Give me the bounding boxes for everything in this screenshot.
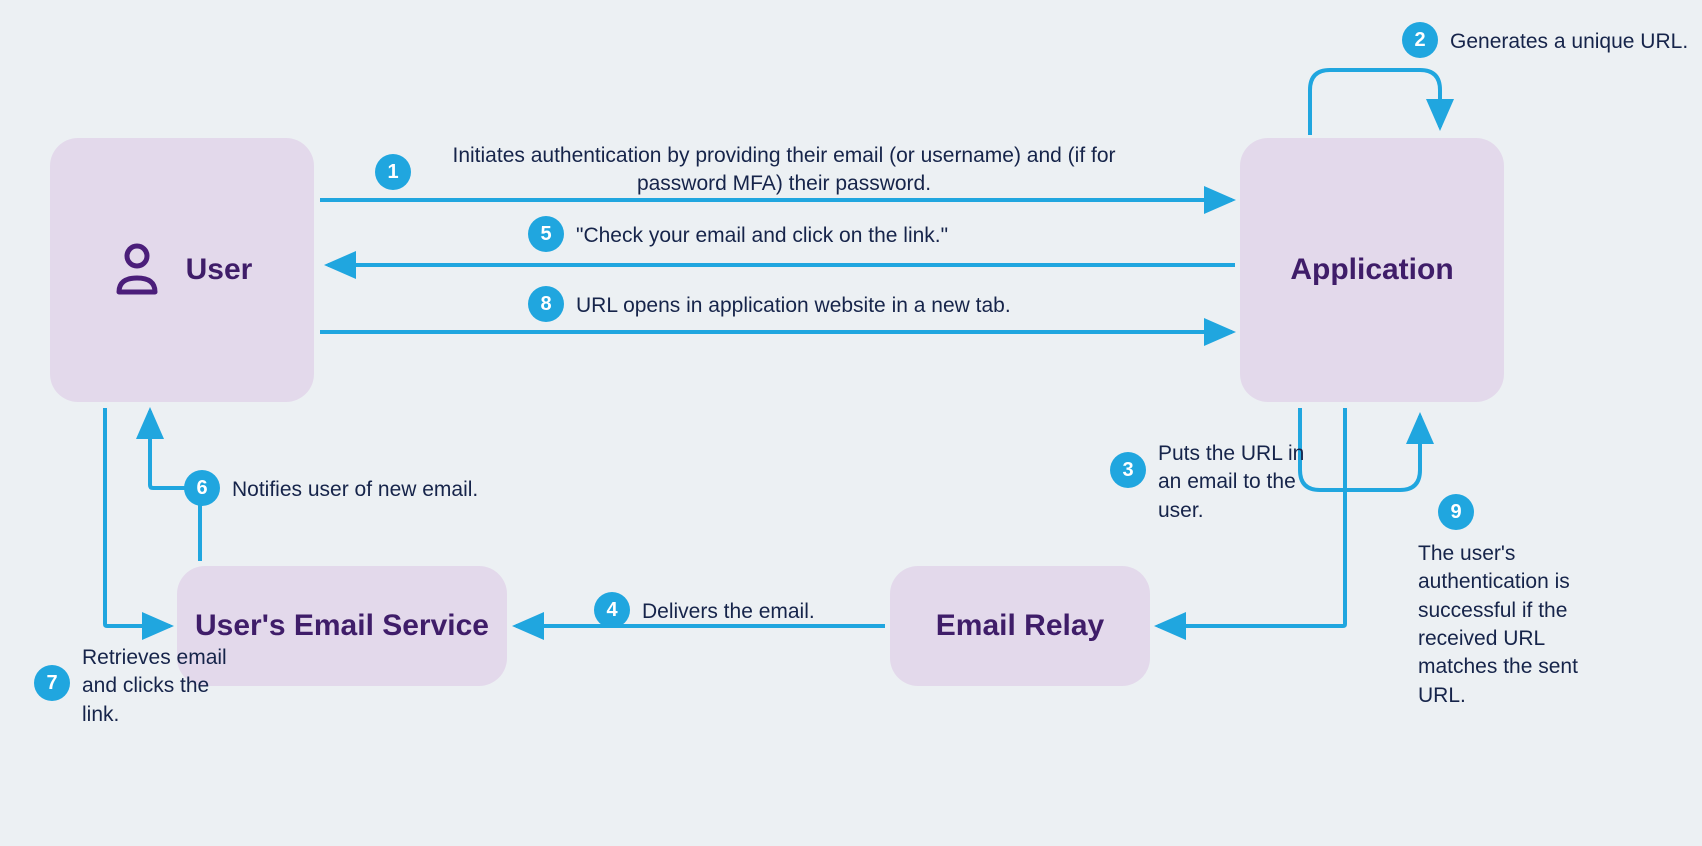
step-num-9: 9 <box>1450 501 1461 524</box>
step-num-2: 2 <box>1414 29 1425 52</box>
node-email-service-label: User's Email Service <box>195 609 489 643</box>
step-num-7: 7 <box>46 672 57 695</box>
node-email-relay: Email Relay <box>890 566 1150 686</box>
step-badge-9: 9 <box>1438 494 1474 530</box>
arrows-layer <box>0 0 1702 846</box>
step-num-6: 6 <box>196 477 207 500</box>
step-text-5: "Check your email and click on the link.… <box>576 222 1076 250</box>
step-text-3: Puts the URL in an email to the user. <box>1158 440 1318 525</box>
step-badge-3: 3 <box>1110 452 1146 488</box>
node-application: Application <box>1240 138 1504 402</box>
step-text-9: The user's authentication is successful … <box>1418 540 1598 710</box>
node-email-relay-label: Email Relay <box>936 609 1104 643</box>
step-badge-7: 7 <box>34 665 70 701</box>
step-badge-1: 1 <box>375 154 411 190</box>
arrow-step-9 <box>1300 408 1420 490</box>
step-text-1: Initiates authentication by providing th… <box>424 142 1144 199</box>
step-num-1: 1 <box>387 161 398 184</box>
arrow-step-7 <box>105 408 170 626</box>
step-text-6: Notifies user of new email. <box>232 476 532 504</box>
node-user: User <box>50 138 314 402</box>
step-badge-8: 8 <box>528 286 564 322</box>
step-num-4: 4 <box>606 599 617 622</box>
step-badge-2: 2 <box>1402 22 1438 58</box>
node-user-label: User <box>186 253 253 287</box>
diagram-canvas: User Application User's Email Service Em… <box>0 0 1702 846</box>
arrow-step-2 <box>1310 70 1440 135</box>
step-text-7: Retrieves email and clicks the link. <box>82 644 232 729</box>
step-badge-6: 6 <box>184 470 220 506</box>
node-application-label: Application <box>1290 253 1453 287</box>
step-num-5: 5 <box>540 223 551 246</box>
step-badge-4: 4 <box>594 592 630 628</box>
step-text-8: URL opens in application website in a ne… <box>576 292 1096 320</box>
step-badge-5: 5 <box>528 216 564 252</box>
step-text-2: Generates a unique URL. <box>1450 28 1690 56</box>
step-num-8: 8 <box>540 293 551 316</box>
step-num-3: 3 <box>1122 459 1133 482</box>
step-text-4: Delivers the email. <box>642 598 862 626</box>
user-icon <box>112 240 162 300</box>
